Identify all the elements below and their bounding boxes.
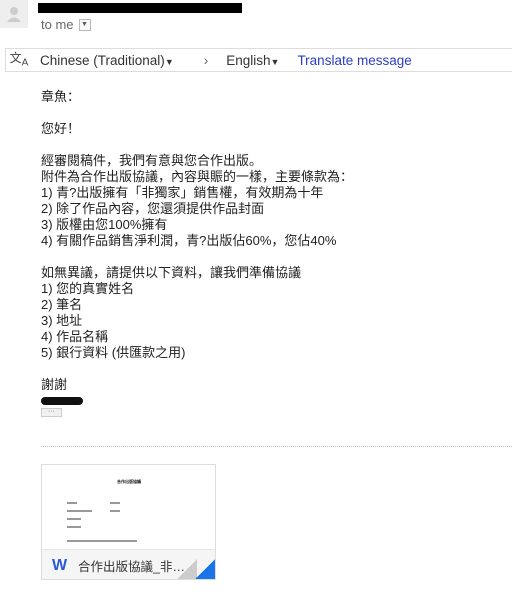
- message-line: [41, 137, 353, 153]
- message-line: [41, 361, 353, 377]
- attachment-preview: 合作出版協議: [42, 465, 215, 549]
- source-language-select[interactable]: Chinese (Traditional)▼: [40, 53, 174, 68]
- caret-down-icon: ▼: [270, 56, 280, 67]
- message-line: [41, 249, 353, 265]
- page-fold-shadow: [177, 559, 197, 579]
- message-line: 謝謝: [41, 377, 68, 392]
- person-icon: [7, 7, 21, 22]
- message-line: 4) 有關作品銷售淨利潤，青?出版佔60%，您佔40%: [41, 233, 337, 248]
- arrow-right-icon: ›: [203, 52, 209, 68]
- translate-icon: 文A: [9, 50, 29, 69]
- message-line: 如無異議，請提供以下資料，讓我們準備協議: [41, 265, 302, 280]
- message-body: 章魚： 您好！ 經審閱稿件，我們有意與您合作出版。 附件為合作出版協議，內容與賑的一樣…: [41, 89, 353, 409]
- message-line: 1) 青?出版擁有「非獨家」銷售權，有效期為十年: [41, 185, 324, 200]
- redacted-sender: [38, 3, 242, 13]
- message-line: 經審閱稿件，我們有意與您合作出版。: [41, 153, 263, 168]
- message-line: 1) 您的真實姓名: [41, 281, 135, 296]
- word-icon: W: [52, 556, 68, 574]
- preview-title: 合作出版協議: [117, 479, 141, 484]
- recipient-label: to me: [41, 17, 74, 32]
- source-language-label: Chinese (Traditional): [40, 52, 165, 68]
- message-line: 您好！: [41, 121, 81, 136]
- show-trimmed-content-button[interactable]: ···: [41, 408, 62, 417]
- message-line: [41, 105, 353, 121]
- show-details-dropdown[interactable]: ▼: [78, 18, 91, 31]
- attachment-card[interactable]: 合作出版協議 W 合作出版協議_非…: [41, 464, 216, 580]
- redacted-signature: [41, 397, 83, 405]
- caret-down-icon: ▼: [164, 56, 174, 67]
- attachment-file-name: 合作出版協議_非…: [78, 560, 185, 574]
- signature-line: [41, 393, 353, 409]
- message-line: 章魚：: [41, 89, 81, 104]
- translate-message-link[interactable]: Translate message: [297, 53, 411, 68]
- message-line: 4) 作品名稱: [41, 329, 109, 344]
- message-line: 2) 筆名: [41, 297, 83, 312]
- message-line: 3) 地址: [41, 313, 83, 328]
- translate-bar: 文A Chinese (Traditional)▼ › English▼ Tra…: [5, 48, 512, 72]
- recipient-line: to me ▼: [41, 17, 91, 32]
- attachment-divider: [41, 446, 512, 447]
- message-line: 2) 除了作品內容，您還須提供作品封面: [41, 201, 265, 216]
- page-fold-icon: [195, 559, 215, 579]
- message-line: 附件為合作出版協議，內容與賑的一樣，主要條款為：: [41, 169, 354, 184]
- target-language-label: English: [226, 52, 271, 68]
- target-language-select[interactable]: English▼: [226, 53, 279, 68]
- sender-avatar[interactable]: [0, 0, 28, 28]
- message-line: 5) 銀行資料 (供匯款之用): [41, 345, 186, 360]
- chevron-down-icon: ▼: [81, 21, 88, 28]
- message-line: 3) 版權由您100%擁有: [41, 217, 168, 232]
